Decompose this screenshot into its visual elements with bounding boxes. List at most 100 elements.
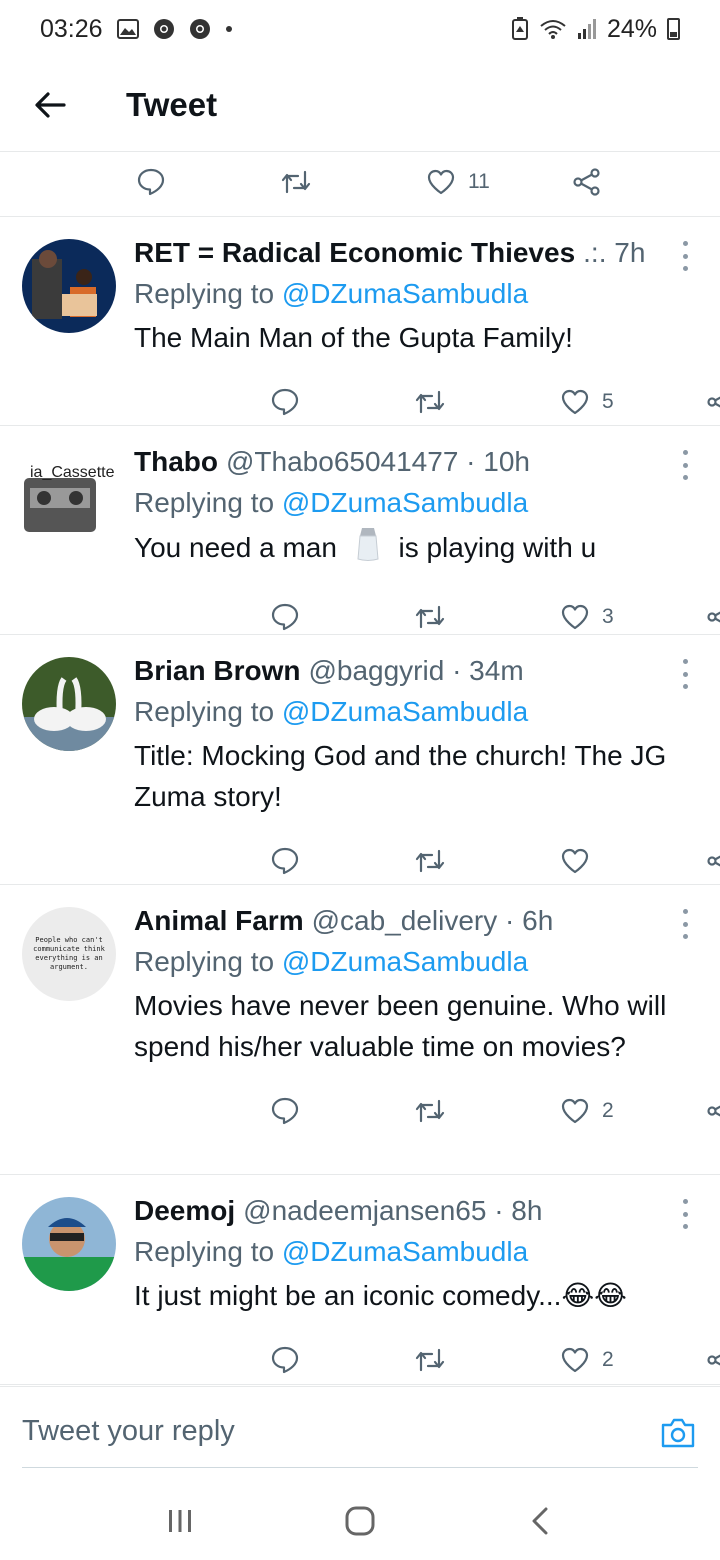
comment-icon [271, 847, 299, 875]
like-button[interactable]: 2 [560, 1346, 614, 1374]
avatar[interactable]: ia_Cassette [22, 448, 116, 542]
mention-link[interactable]: @DZumaSambudla [282, 487, 528, 518]
status-bar: 03:26 24% [0, 0, 720, 58]
more-options-button[interactable] [680, 241, 690, 271]
top-app-bar: Tweet [0, 58, 720, 152]
share-button[interactable] [706, 603, 720, 631]
heart-icon [561, 1347, 589, 1373]
reply-button[interactable] [270, 1345, 300, 1375]
avatar[interactable] [22, 1197, 116, 1291]
like-button[interactable]: 5 [560, 388, 614, 416]
heart-icon [561, 848, 589, 874]
replying-to: Replying to @DZumaSambudla [134, 946, 529, 977]
tweet-meta: @nadeemjansen65 · 8h [243, 1195, 543, 1226]
page-title: Tweet [126, 85, 218, 123]
reply-tweet[interactable]: Brian Brown @baggyrid · 34m Replying to … [0, 635, 720, 885]
reply-button[interactable] [270, 387, 300, 417]
home-button[interactable] [330, 1491, 390, 1551]
like-count: 2 [602, 1348, 614, 1371]
system-back-button[interactable] [510, 1491, 570, 1551]
comment-icon [271, 1097, 299, 1125]
more-options-button[interactable] [680, 450, 690, 480]
share-button[interactable] [706, 1097, 720, 1125]
like-button[interactable]: 3 [560, 603, 614, 631]
author-name[interactable]: Thabo [134, 442, 218, 482]
like-count: 11 [468, 170, 490, 193]
heart-icon [427, 169, 455, 195]
like-button[interactable]: 11 [426, 168, 490, 196]
mention-link[interactable]: @DZumaSambudla [282, 696, 528, 727]
replying-to: Replying to @DZumaSambudla [134, 487, 529, 518]
avatar[interactable]: People who can't communicate think every… [22, 907, 116, 1001]
retweet-icon [415, 390, 445, 414]
avatar-caption: ia_Cassette [30, 464, 115, 481]
wifi-icon [539, 18, 567, 40]
chevron-left-icon [532, 1507, 548, 1535]
reply-feed[interactable]: 11 RET = Radical Economic Thieves .:. 7h… [0, 152, 720, 1385]
tweet-text: Movies have never been genuine. Who will… [134, 990, 667, 1062]
like-button[interactable]: 2 [560, 1097, 614, 1125]
reply-tweet[interactable]: Deemoj @nadeemjansen65 · 8h Replying to … [0, 1175, 720, 1385]
more-options-button[interactable] [680, 1199, 690, 1229]
dot-icon [225, 25, 233, 33]
share-button[interactable] [706, 388, 720, 416]
retweet-button[interactable] [414, 603, 446, 631]
share-button[interactable] [706, 847, 720, 875]
like-button[interactable] [560, 847, 602, 875]
retweet-icon [281, 170, 311, 194]
chrome-icon [153, 18, 175, 40]
comment-icon [271, 1346, 299, 1374]
arrow-left-icon [35, 91, 66, 118]
author-name[interactable]: RET = Radical Economic Thieves [134, 233, 575, 273]
author-name[interactable]: Deemoj [134, 1191, 235, 1231]
reply-button[interactable] [136, 167, 166, 197]
avatar-caption: People who can't communicate think every… [33, 936, 105, 971]
mention-link[interactable]: @DZumaSambudla [282, 946, 528, 977]
replying-to: Replying to @DZumaSambudla [134, 278, 529, 309]
reply-button[interactable] [270, 846, 300, 876]
share-icon [707, 1354, 720, 1366]
reply-tweet[interactable]: RET = Radical Economic Thieves .:. 7h Re… [0, 217, 720, 426]
reply-divider [22, 1467, 698, 1468]
tweet-text: Title: Mocking God and the church! The J… [134, 740, 667, 812]
status-time: 03:26 [40, 14, 103, 43]
mention-link[interactable]: @DZumaSambudla [282, 278, 528, 309]
share-icon [573, 168, 600, 196]
salt-shaker-emoji [355, 526, 381, 573]
share-button[interactable] [572, 168, 602, 196]
avatar[interactable] [22, 239, 116, 333]
reply-input[interactable]: Tweet your reply [22, 1415, 235, 1448]
tweet-text: The Main Man of the Gupta Family! [134, 322, 573, 353]
share-button[interactable] [706, 1346, 720, 1374]
recent-apps-button[interactable] [150, 1491, 210, 1551]
mention-link[interactable]: @DZumaSambudla [282, 1236, 528, 1267]
camera-button[interactable] [660, 1417, 696, 1449]
retweet-button[interactable] [414, 847, 446, 875]
retweet-button[interactable] [280, 168, 312, 196]
retweet-button[interactable] [414, 1097, 446, 1125]
share-icon [707, 611, 720, 623]
retweet-button[interactable] [414, 388, 446, 416]
more-options-button[interactable] [680, 909, 690, 939]
heart-icon [561, 1098, 589, 1124]
author-name[interactable]: Animal Farm [134, 901, 304, 941]
more-options-button[interactable] [680, 659, 690, 689]
back-button[interactable] [0, 58, 100, 152]
reply-button[interactable] [270, 602, 300, 632]
reply-composer: Tweet your reply [0, 1386, 720, 1482]
avatar[interactable] [22, 657, 116, 751]
reply-tweet[interactable]: People who can't communicate think every… [0, 885, 720, 1175]
battery-icon [667, 18, 680, 40]
tweet-meta: .:. 7h [583, 237, 646, 268]
reply-button[interactable] [270, 1096, 300, 1126]
reply-tweet[interactable]: ia_Cassette Thabo @Thabo65041477 · 10h R… [0, 426, 720, 635]
retweet-button[interactable] [414, 1346, 446, 1374]
camera-icon [661, 1418, 695, 1448]
signal-icon [577, 18, 597, 40]
retweet-icon [415, 849, 445, 873]
chrome-icon [189, 18, 211, 40]
author-name[interactable]: Brian Brown [134, 651, 300, 691]
share-icon [707, 396, 720, 408]
tweet-meta: @Thabo65041477 · 10h [226, 446, 530, 477]
tweet-meta: @baggyrid · 34m [308, 655, 524, 686]
